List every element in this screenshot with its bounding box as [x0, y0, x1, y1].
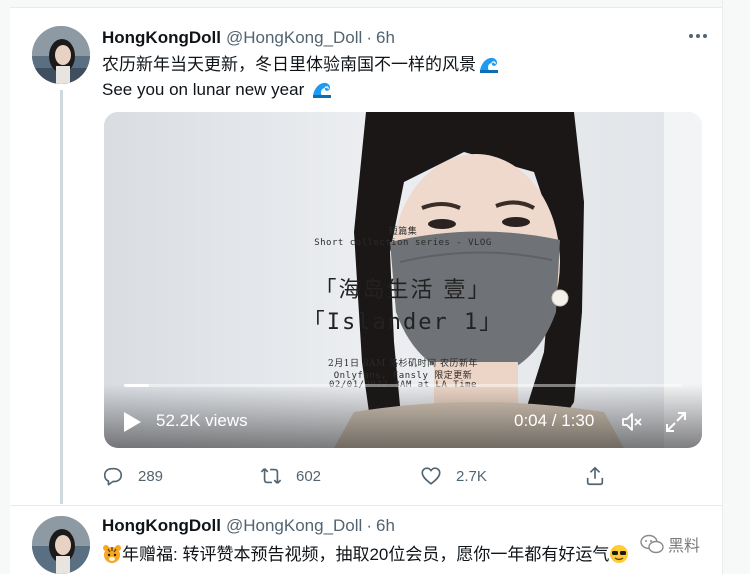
timestamp[interactable]: 6h	[376, 28, 395, 48]
overlay-label: 短篇集	[388, 227, 418, 237]
display-name[interactable]: HongKongDoll	[102, 28, 221, 48]
retweet-icon	[260, 468, 282, 484]
tweet-text-line: 年赠福: 转评赞本预告视频，抽取20位会员，愿你一年都有好运气	[102, 542, 629, 567]
tweet[interactable]: HongKongDoll @HongKong_Doll · 6h 年赠福: 转评…	[10, 505, 722, 574]
like-button[interactable]: 2.7K	[420, 463, 487, 489]
tweet-text-line: 农历新年当天更新，冬日里体验南国不一样的风景	[102, 52, 499, 77]
avatar[interactable]	[32, 26, 90, 84]
tweet-actions: 289 602 2.7K	[102, 463, 622, 489]
handle[interactable]: @HongKong_Doll	[226, 28, 362, 48]
more-dots-icon[interactable]	[684, 26, 712, 46]
avatar[interactable]	[32, 516, 90, 574]
share-button[interactable]	[584, 463, 606, 489]
wave-emoji-icon	[312, 80, 332, 98]
like-count: 2.7K	[456, 467, 487, 485]
volume-mute-icon[interactable]	[620, 410, 644, 434]
view-count: 52.2K views	[156, 411, 248, 430]
reply-count: 289	[138, 467, 164, 485]
separator: ·	[366, 28, 372, 47]
video-progress-fill	[124, 384, 150, 387]
tweet-text: 农历新年当天更新，冬日里体验南国不一样的风景	[102, 55, 476, 74]
tweet-header: HongKongDoll @HongKong_Doll · 6h	[102, 516, 395, 536]
tiger-emoji-icon	[102, 544, 122, 564]
tweet-text-line: See you on lunar new year	[102, 77, 332, 102]
play-icon[interactable]	[122, 411, 142, 433]
reply-button[interactable]: 289	[102, 463, 163, 489]
overlay-series: Short collection series - VLOG	[314, 238, 492, 248]
separator: ·	[366, 516, 372, 535]
heart-icon	[421, 467, 441, 485]
window-left-edge	[0, 0, 10, 574]
fullscreen-icon[interactable]	[664, 410, 688, 434]
reply-icon	[103, 467, 123, 486]
thread-line	[60, 90, 63, 504]
timestamp[interactable]: 6h	[376, 516, 395, 536]
overlay-title-en: 「Islander 1」	[302, 310, 504, 335]
retweet-button[interactable]: 602	[260, 463, 321, 489]
display-name[interactable]: HongKongDoll	[102, 516, 221, 536]
video-player[interactable]: 短篇集 Short collection series - VLOG 「海岛生活…	[104, 112, 702, 448]
sunglasses-emoji-icon	[609, 544, 629, 564]
wave-emoji-icon	[479, 55, 499, 73]
tweet-header: HongKongDoll @HongKong_Doll · 6h	[102, 28, 395, 48]
wechat-icon	[640, 534, 664, 554]
window-top-edge	[0, 0, 750, 8]
overlay-title-cn: 「海岛生活 壹」	[314, 278, 492, 303]
video-time: 0:04 / 1:30	[514, 411, 595, 430]
handle[interactable]: @HongKong_Doll	[226, 516, 362, 536]
tweet[interactable]: HongKongDoll @HongKong_Doll · 6h 农历新年当天更…	[10, 8, 722, 504]
window-right-edge	[722, 0, 750, 574]
tweet-text: 年赠福: 转评赞本预告视频，抽取20位会员，愿你一年都有好运气	[122, 545, 610, 564]
video-progress-bar[interactable]	[124, 384, 682, 387]
share-icon	[586, 466, 604, 486]
watermark: 黑料	[640, 532, 700, 556]
watermark-text: 黑料	[668, 538, 701, 555]
retweet-count: 602	[296, 467, 322, 485]
tweet-text: See you on lunar new year	[102, 80, 309, 99]
